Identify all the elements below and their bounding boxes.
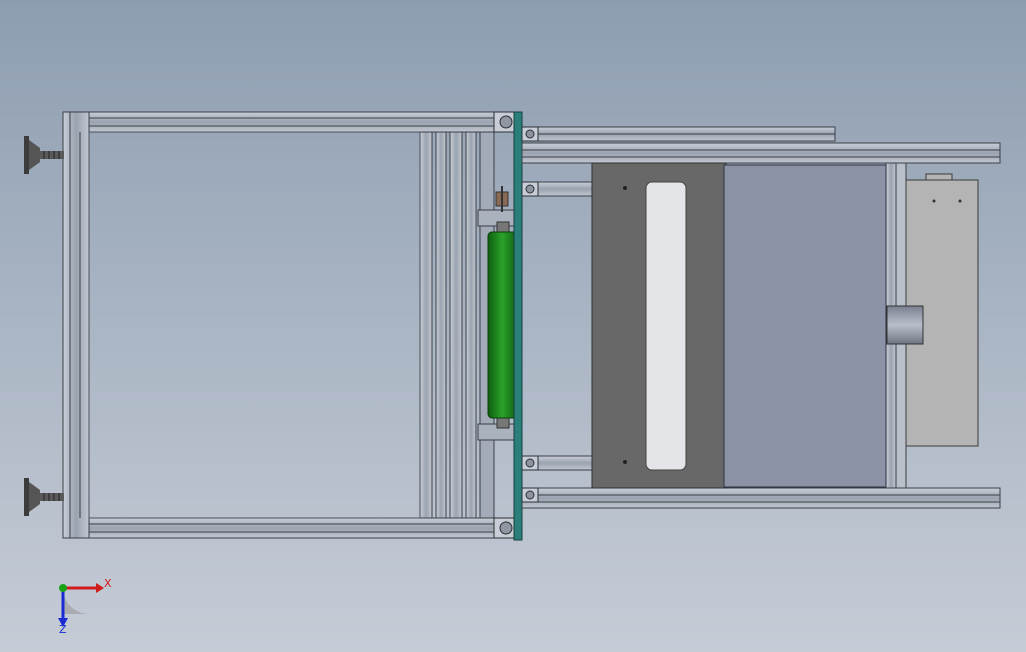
coordinate-triad: X Z xyxy=(58,577,112,636)
teal-edge-strip xyxy=(513,111,523,541)
cylinder xyxy=(886,305,924,345)
x-arrowhead xyxy=(96,583,104,593)
leveling-foot-bottom xyxy=(24,478,64,516)
leveling-foot-top xyxy=(24,136,64,174)
z-axis-label: Z xyxy=(59,623,67,636)
base-plate-hole xyxy=(623,186,627,190)
base-plate-hole xyxy=(623,460,627,464)
upper-plate xyxy=(723,164,887,488)
carrier-block xyxy=(645,181,687,471)
x-axis-label: X xyxy=(104,577,112,590)
y-axis-dot xyxy=(59,584,67,592)
side-panel-hole xyxy=(932,199,936,203)
side-panel-tab xyxy=(925,173,953,181)
side-panel-hole xyxy=(958,199,962,203)
triad-plane xyxy=(63,588,89,614)
cad-viewport[interactable]: X Z xyxy=(0,0,1026,652)
assembly-top-view: X Z xyxy=(24,111,1001,636)
left-frame xyxy=(62,111,519,539)
